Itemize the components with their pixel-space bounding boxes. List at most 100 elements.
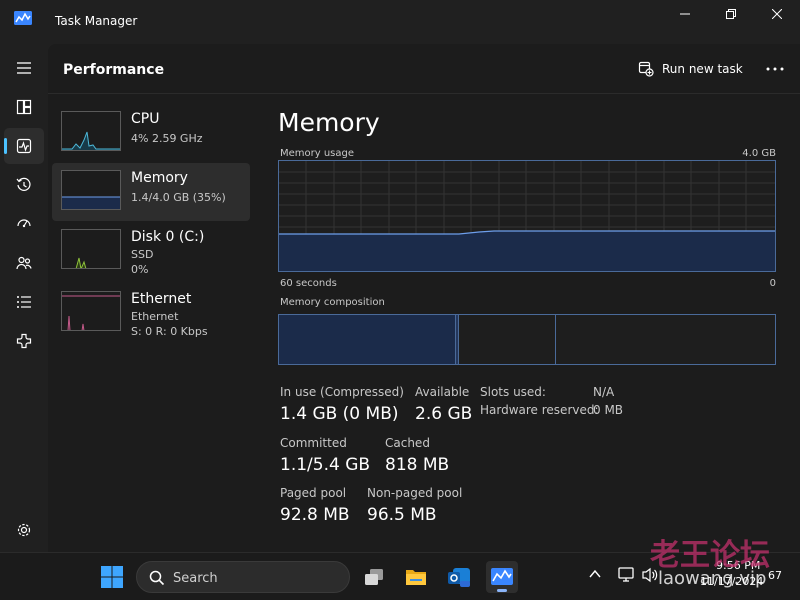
- composition-standby: [459, 315, 556, 364]
- services-icon: [16, 333, 32, 349]
- active-app-indicator: [497, 589, 507, 592]
- outlook-new-button[interactable]: [443, 561, 475, 593]
- resource-detail-secondary: 0%: [131, 263, 149, 276]
- content-area: Performance Run new task CPU 4% 2.59 GHz: [48, 44, 800, 552]
- performance-icon: [16, 138, 32, 154]
- processes-icon: [16, 99, 32, 115]
- resource-name: CPU: [131, 111, 160, 127]
- watermark-url: laowang.vip: [658, 568, 767, 589]
- task-manager-icon: [14, 10, 32, 25]
- close-button[interactable]: [754, 0, 800, 32]
- paged-pool-value: 92.8 MB: [280, 505, 350, 525]
- in-use-value: 1.4 GB (0 MB): [280, 404, 399, 424]
- resource-name: Ethernet: [131, 291, 192, 307]
- nav-performance[interactable]: [4, 128, 44, 164]
- task-manager-taskbar-button[interactable]: [486, 561, 518, 593]
- committed-label: Committed: [280, 436, 347, 450]
- nav-app-history[interactable]: [4, 167, 44, 203]
- nav-services[interactable]: [4, 323, 44, 359]
- chevron-up-icon[interactable]: [588, 567, 602, 581]
- users-icon: [16, 256, 32, 270]
- page-title: Performance: [63, 62, 165, 78]
- file-explorer-button[interactable]: [400, 561, 432, 593]
- resource-detail: SSD: [131, 248, 154, 261]
- app-history-icon: [16, 177, 31, 191]
- more-options-icon: [766, 67, 784, 71]
- memory-thumbnail-graph: [61, 170, 121, 210]
- restore-icon: [726, 9, 736, 19]
- memory-usage-graph: [278, 160, 776, 272]
- disk-thumbnail-graph: [61, 229, 121, 269]
- resource-item-cpu[interactable]: CPU 4% 2.59 GHz: [52, 104, 250, 162]
- cached-label: Cached: [385, 436, 430, 450]
- network-icon[interactable]: [618, 567, 636, 583]
- in-use-label: In use (Compressed): [280, 385, 404, 399]
- hamburger-icon: [17, 62, 31, 74]
- menu-button[interactable]: [4, 50, 44, 86]
- task-view-button[interactable]: [358, 561, 390, 593]
- nav-details[interactable]: [4, 284, 44, 320]
- search-placeholder: Search: [173, 571, 218, 586]
- run-task-icon: [638, 61, 654, 77]
- memory-composition-bar: [278, 314, 776, 365]
- cpu-thumbnail-graph: [61, 111, 121, 151]
- time-axis-left: 60 seconds: [280, 278, 337, 289]
- nav-startup-apps[interactable]: [4, 206, 44, 242]
- resource-detail: 4% 2.59 GHz: [131, 132, 203, 145]
- details-icon: [17, 296, 31, 308]
- gear-icon: [17, 523, 31, 537]
- minimize-icon: [680, 13, 690, 15]
- nav-processes[interactable]: [4, 89, 44, 125]
- cached-value: 818 MB: [385, 455, 450, 475]
- startup-apps-icon: [17, 219, 31, 228]
- non-paged-pool-value: 96.5 MB: [367, 505, 437, 525]
- slots-used-value: N/A: [593, 385, 615, 399]
- start-button[interactable]: [96, 561, 128, 593]
- nav-users[interactable]: [4, 245, 44, 281]
- memory-panel: Memory Memory usage 4.0 GB 60 seconds 0 …: [278, 94, 788, 552]
- page-header: Performance Run new task: [48, 44, 800, 94]
- minimize-button[interactable]: [662, 0, 708, 32]
- composition-free: [556, 315, 775, 364]
- resource-item-ethernet[interactable]: Ethernet Ethernet S: 0 R: 0 Kbps: [52, 288, 250, 346]
- outlook-icon: [448, 568, 470, 587]
- memory-usage-max: 4.0 GB: [742, 148, 776, 159]
- close-icon: [772, 9, 782, 19]
- ethernet-thumbnail-graph: [61, 291, 121, 331]
- window-title: Task Manager: [55, 14, 138, 28]
- restore-button[interactable]: [708, 0, 754, 32]
- memory-title: Memory: [278, 108, 380, 137]
- taskbar-search[interactable]: Search: [136, 561, 350, 593]
- time-axis-right: 0: [769, 278, 776, 289]
- paged-pool-label: Paged pool: [280, 486, 347, 500]
- committed-value: 1.1/5.4 GB: [280, 455, 371, 475]
- available-label: Available: [415, 385, 470, 399]
- run-new-task-label: Run new task: [662, 62, 743, 76]
- available-value: 2.6 GB: [415, 404, 473, 424]
- task-manager-app-icon: [491, 568, 513, 585]
- hardware-reserved-value: 0 MB: [593, 403, 624, 417]
- resource-name: Disk 0 (C:): [131, 229, 205, 245]
- resource-item-disk[interactable]: Disk 0 (C:) SSD 0%: [52, 222, 250, 280]
- memory-usage-plot: [279, 161, 775, 271]
- title-bar: Task Manager: [0, 0, 800, 44]
- composition-in-use: [279, 315, 456, 364]
- windows-logo-icon: [101, 566, 123, 588]
- memory-usage-label: Memory usage: [280, 148, 355, 159]
- active-indicator: [4, 138, 7, 154]
- resource-name: Memory: [131, 170, 188, 186]
- resource-item-memory[interactable]: Memory 1.4/4.0 GB (35%): [52, 163, 250, 221]
- non-paged-pool-label: Non-paged pool: [367, 486, 463, 500]
- folder-icon: [406, 570, 426, 585]
- notification-count-badge[interactable]: 67: [768, 569, 782, 582]
- task-view-icon: [365, 569, 383, 585]
- resource-detail: 1.4/4.0 GB (35%): [131, 191, 226, 204]
- search-icon: [149, 570, 165, 586]
- navigation-rail: [0, 44, 48, 552]
- memory-composition-label: Memory composition: [280, 297, 385, 308]
- more-options-button[interactable]: [762, 58, 788, 80]
- settings-button[interactable]: [4, 512, 44, 548]
- resource-detail: Ethernet: [131, 310, 179, 323]
- slots-used-label: Slots used:: [480, 385, 546, 399]
- run-new-task-button[interactable]: Run new task: [638, 58, 743, 80]
